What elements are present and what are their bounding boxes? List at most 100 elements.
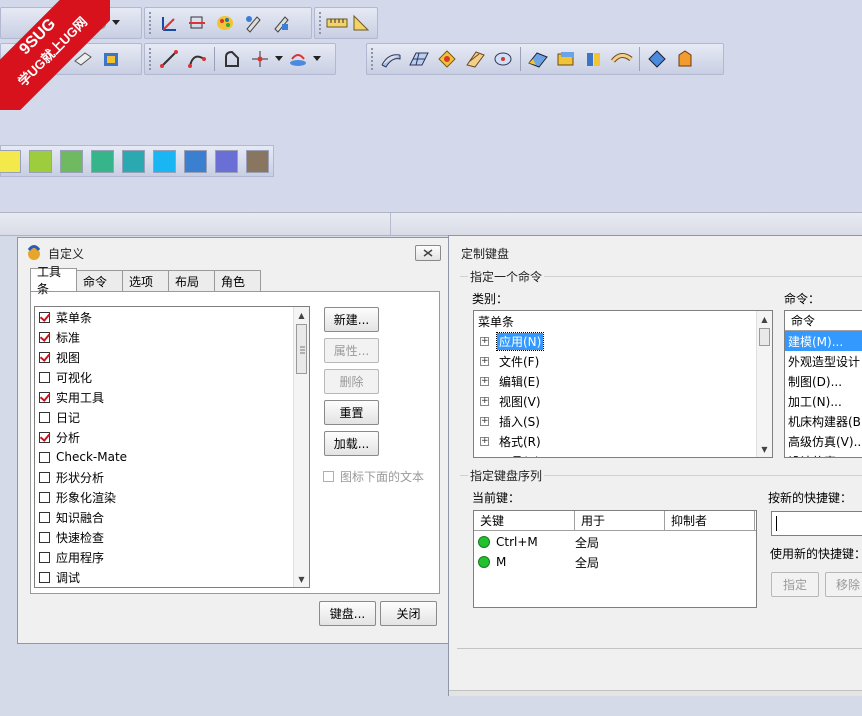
toolbar-checkbox[interactable] (39, 331, 50, 343)
expand-icon[interactable]: + (480, 416, 489, 426)
color-swatch[interactable] (184, 149, 207, 173)
command-list[interactable]: 命令 建模(M)... 外观造型设计 制图(D)... 加工(N)... 机床构建器(B… (784, 310, 862, 458)
ruler-icon[interactable] (325, 10, 349, 36)
command-item[interactable]: 制图(D)... (785, 371, 862, 391)
new-toolbar-button[interactable]: 新建... (324, 307, 379, 332)
text-below-icon-option[interactable]: 图标下面的文本 (323, 468, 424, 485)
color-swatch[interactable] (246, 149, 269, 173)
arc-icon[interactable] (183, 46, 211, 72)
command-item[interactable]: 加工(N)... (785, 391, 862, 411)
new-shortcut-input[interactable] (771, 511, 862, 536)
tree-item[interactable]: + 文件(F) (474, 351, 772, 371)
load-button[interactable]: 加载... (324, 431, 379, 456)
color-swatch[interactable] (91, 149, 114, 173)
transform-icon[interactable] (267, 10, 295, 36)
chevron-down-icon[interactable] (111, 10, 121, 36)
dialog-title-bar[interactable]: 定制键盘 (449, 236, 862, 270)
sew-icon[interactable] (671, 46, 699, 72)
toolbar-list-item[interactable]: 调试 (35, 567, 309, 587)
command-item[interactable]: 机床构建器(B) (785, 411, 862, 431)
toolbar-grip[interactable] (149, 48, 152, 70)
through-mesh-icon[interactable] (405, 46, 433, 72)
color-swatch[interactable] (153, 149, 176, 173)
toolbar-checkbox[interactable] (39, 351, 50, 363)
close-icon[interactable] (415, 245, 441, 261)
thicken-icon[interactable] (643, 46, 671, 72)
toolbar-list-item[interactable]: 形象化渲染 (35, 487, 309, 507)
expand-icon[interactable]: + (480, 396, 489, 406)
toolbar-list-item[interactable]: 快速检查 (35, 527, 309, 547)
profile-icon[interactable] (218, 46, 246, 72)
color-swatch[interactable] (215, 149, 238, 173)
tab-0[interactable]: 工具条 (30, 265, 77, 296)
ruled-icon[interactable] (461, 46, 489, 72)
remove-button[interactable]: 移除 (825, 572, 862, 597)
datum-icon[interactable] (183, 10, 211, 36)
toolbar-checkbox[interactable] (39, 451, 50, 463)
properties-button[interactable]: 属性... (324, 338, 379, 363)
toolbar-list-item[interactable]: 菜单条 (35, 307, 309, 327)
color-swatch[interactable] (122, 149, 145, 173)
tree-item[interactable]: + 编辑(E) (474, 371, 772, 391)
text-below-icon-checkbox[interactable] (323, 471, 334, 482)
toolbar-checkbox[interactable] (39, 411, 50, 423)
tab-1[interactable]: 命令 (76, 270, 123, 291)
palette-icon[interactable] (211, 10, 239, 36)
measure-angle-icon[interactable] (349, 10, 373, 36)
toolbar-list-item[interactable]: 日记 (35, 407, 309, 427)
tree-item[interactable]: + 格式(R) (474, 431, 772, 451)
expand-icon[interactable]: + (480, 376, 489, 386)
tree-root[interactable]: 菜单条 (474, 311, 772, 331)
toolbar-list-item[interactable]: 应用程序 (35, 547, 309, 567)
command-item[interactable]: 设计仿真 (785, 451, 862, 458)
through-curves-icon[interactable] (377, 46, 405, 72)
column-header-key[interactable]: 关键 (474, 511, 575, 530)
toolbar-list-item[interactable]: 视图 (35, 347, 309, 367)
point-icon[interactable] (246, 46, 274, 72)
law-extension-icon[interactable] (552, 46, 580, 72)
table-row[interactable]: M 全局 (474, 552, 756, 572)
expand-icon[interactable]: + (480, 456, 489, 457)
command-item[interactable]: 建模(M)... (785, 331, 862, 351)
vertical-scrollbar[interactable]: ▲ ▼ (756, 311, 772, 457)
toolbar-checkbox[interactable] (39, 531, 50, 543)
toolbar-checkbox[interactable] (39, 571, 50, 583)
scroll-up-icon[interactable]: ▲ (757, 311, 772, 327)
tab-4[interactable]: 角色 (214, 270, 261, 291)
command-item[interactable]: 外观造型设计 (785, 351, 862, 371)
tree-item[interactable]: + 工具(T) (474, 451, 772, 457)
csys-icon[interactable] (155, 10, 183, 36)
keyboard-button[interactable]: 键盘... (319, 601, 376, 626)
toolbar-checkbox[interactable] (39, 551, 50, 563)
chevron-down-icon[interactable] (274, 46, 284, 72)
line-icon[interactable] (155, 46, 183, 72)
tree-item[interactable]: + 应用(N) (474, 331, 772, 351)
tree-item[interactable]: + 插入(S) (474, 411, 772, 431)
toolbar-checkbox[interactable] (39, 431, 50, 443)
column-header-suppressor[interactable]: 抑制者 (665, 511, 755, 530)
toolbar-checklist[interactable]: 菜单条 标准 视图 可视化 实用工具 日记 分析 Check-Mate 形状分析 形象化渲染 知识融… (34, 306, 310, 588)
assign-button[interactable]: 指定 (771, 572, 819, 597)
command-column-header[interactable]: 命令 (785, 311, 862, 331)
delete-button[interactable]: 删除 (324, 369, 379, 394)
color-swatch[interactable] (29, 149, 52, 173)
tab-3[interactable]: 布局 (168, 270, 215, 291)
edit-object-icon[interactable] (239, 10, 267, 36)
offset-surface-icon[interactable] (580, 46, 608, 72)
expand-icon[interactable]: + (480, 436, 489, 446)
toolbar-list-item[interactable]: 可视化 (35, 367, 309, 387)
n-sided-icon[interactable] (489, 46, 517, 72)
toolbar-grip[interactable] (371, 48, 374, 70)
toolbar-checkbox[interactable] (39, 391, 50, 403)
color-swatch[interactable] (60, 149, 83, 173)
tree-item[interactable]: + 视图(V) (474, 391, 772, 411)
toolbar-grip[interactable] (149, 12, 152, 34)
tab-2[interactable]: 选项 (122, 270, 169, 291)
current-keys-table[interactable]: 关键 用于 抑制者 Ctrl+M 全局 M 全局 (473, 510, 757, 608)
extension-icon[interactable] (524, 46, 552, 72)
toolbar-grip[interactable] (319, 12, 322, 34)
toolbar-checkbox[interactable] (39, 371, 50, 383)
category-tree[interactable]: 菜单条 + 应用(N) + 文件(F) + 编辑(E) + 视图(V) + 插入(S) + 格式(R)… (473, 310, 773, 458)
close-button[interactable]: 关闭 (380, 601, 437, 626)
expand-icon[interactable]: + (480, 336, 489, 346)
